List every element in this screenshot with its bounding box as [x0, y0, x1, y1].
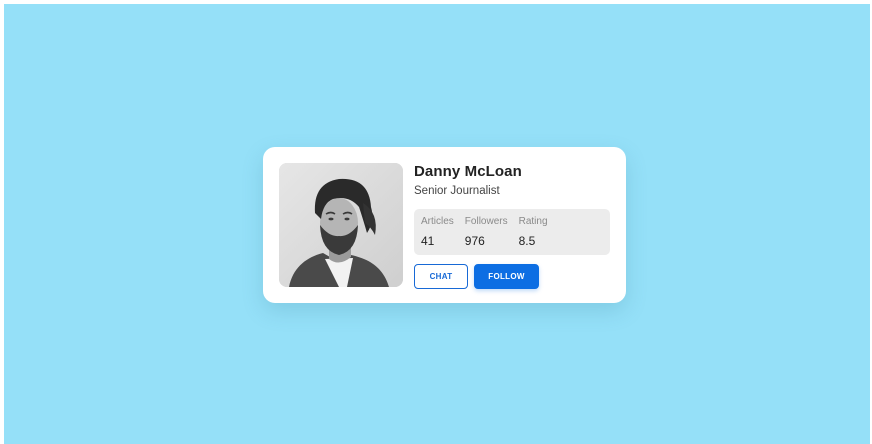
stat-label: Followers: [464, 216, 508, 227]
profile-name: Danny McLoan: [414, 163, 522, 180]
action-buttons: CHAT FOLLOW: [414, 264, 610, 289]
stat-rating: Rating 8.5: [519, 209, 548, 255]
follow-button[interactable]: FOLLOW: [474, 264, 539, 289]
chat-button[interactable]: CHAT: [414, 264, 468, 289]
stat-articles: Articles 41: [421, 209, 454, 255]
profile-card: Danny McLoan Senior Journalist Articles …: [263, 147, 626, 303]
stat-followers: Followers 976: [465, 209, 508, 255]
stat-value: 41: [421, 234, 435, 248]
profile-info: Danny McLoan Senior Journalist Articles …: [414, 163, 610, 289]
profile-title: Senior Journalist: [414, 185, 500, 197]
stat-label: Articles: [421, 216, 454, 227]
stat-label: Rating: [518, 216, 548, 227]
avatar-photo-icon: [279, 163, 403, 287]
profile-photo: [279, 163, 403, 287]
stat-value: 8.5: [518, 234, 536, 248]
stats-panel: Articles 41 Followers 976 Rating 8.5: [414, 209, 610, 255]
page-background: Danny McLoan Senior Journalist Articles …: [4, 4, 870, 444]
stat-value: 976: [464, 234, 485, 248]
